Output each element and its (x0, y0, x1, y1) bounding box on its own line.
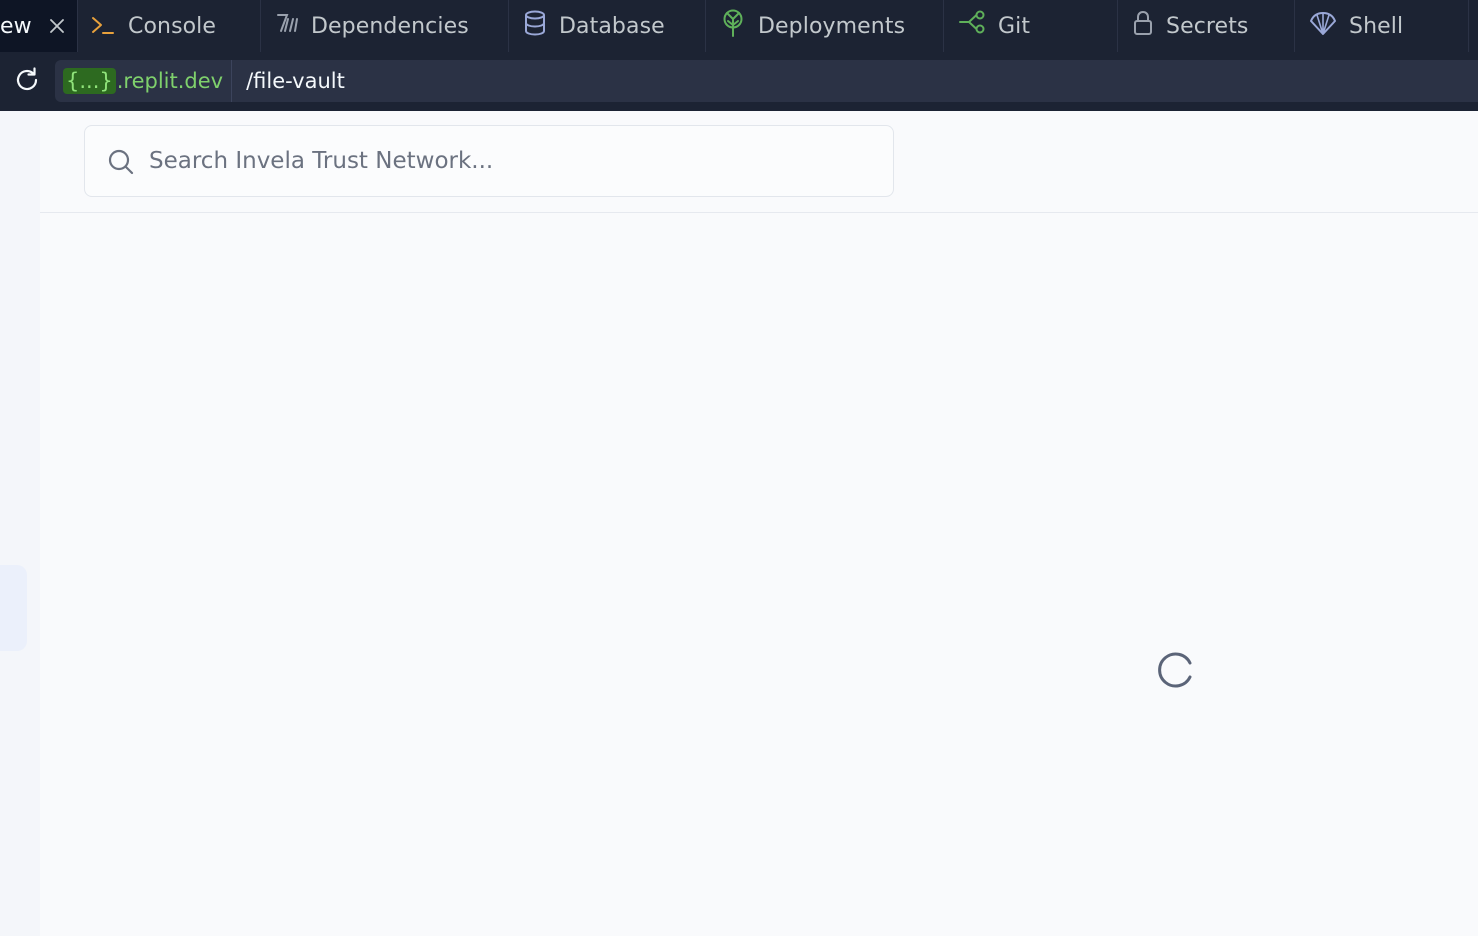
tab-webview[interactable]: ew (0, 0, 78, 52)
tab-webview-label: ew (0, 13, 32, 39)
tab-dependencies-label: Dependencies (311, 13, 469, 39)
webview-page (0, 111, 1478, 936)
tab-git[interactable]: Git (944, 0, 1118, 52)
tab-secrets[interactable]: Secrets (1118, 0, 1295, 52)
tab-console[interactable]: Console (78, 0, 261, 52)
search-bar (84, 125, 894, 197)
tab-database-label: Database (559, 13, 665, 39)
tab-deployments[interactable]: Deployments (706, 0, 944, 52)
url-path[interactable]: /file-vault (232, 69, 345, 93)
terminal-icon (90, 13, 116, 43)
search-icon (107, 148, 135, 180)
tab-secrets-label: Secrets (1166, 13, 1249, 39)
tab-git-label: Git (998, 13, 1031, 39)
tab-deployments-label: Deployments (758, 13, 906, 39)
domain-text: .replit.dev (116, 69, 224, 93)
search-input[interactable] (149, 126, 879, 196)
domain-badge: {...} (63, 68, 116, 94)
reload-icon (13, 66, 41, 98)
loading-spinner-icon (1156, 650, 1196, 694)
tab-dependencies[interactable]: Dependencies (261, 0, 509, 52)
shell-icon (1309, 10, 1337, 42)
tab-database[interactable]: Database (509, 0, 706, 52)
git-icon (958, 10, 986, 42)
tab-shell[interactable]: Shell (1295, 0, 1469, 52)
header-divider (40, 212, 1478, 213)
deployments-icon (720, 9, 746, 43)
left-sidebar-strip (0, 111, 40, 936)
sidebar-toggle-handle[interactable] (0, 565, 27, 651)
domain-chip[interactable]: {...} .replit.dev (55, 60, 233, 102)
lock-icon (1132, 10, 1154, 42)
url-field[interactable]: {...} .replit.dev /file-vault (55, 60, 1478, 102)
tab-shell-label: Shell (1349, 13, 1404, 39)
database-icon (523, 10, 547, 42)
close-icon[interactable] (49, 14, 64, 39)
dependencies-icon (275, 11, 299, 41)
tool-tab-bar: ew Console Dependencies Database Deploym… (0, 0, 1478, 52)
reload-button[interactable] (0, 52, 54, 111)
tab-console-label: Console (128, 13, 217, 39)
address-bar: {...} .replit.dev /file-vault (0, 52, 1478, 111)
